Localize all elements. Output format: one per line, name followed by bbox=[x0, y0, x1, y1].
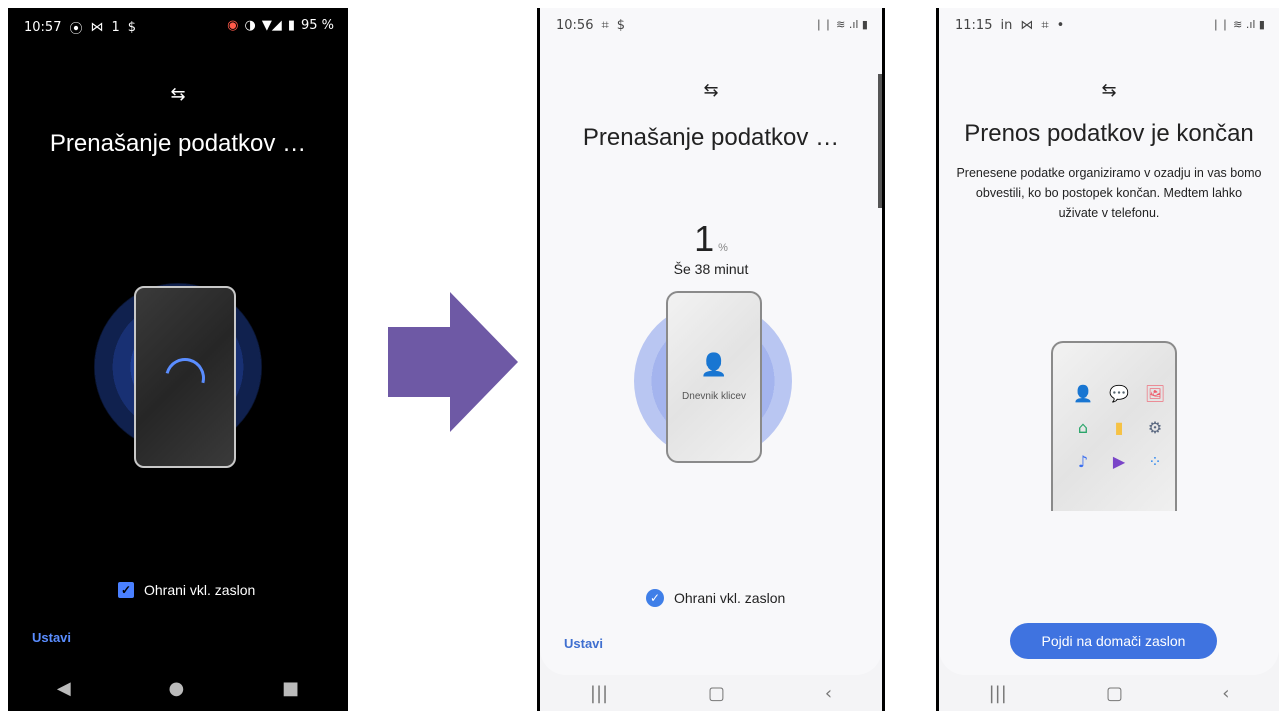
right-arrow-icon bbox=[388, 292, 518, 432]
navigation-bar: ◀ ● ■ bbox=[8, 666, 348, 711]
percent-unit: % bbox=[718, 242, 728, 254]
status-bar: 10:56 ⌗ $ ❘❘ ≋ .ıl ▮ bbox=[540, 8, 882, 38]
keep-screen-on-checkbox[interactable]: ✓ Ohrani vkl. zaslon bbox=[118, 582, 255, 598]
linkedin-icon: in bbox=[1000, 18, 1013, 33]
transfer-icon: ⇆ bbox=[170, 84, 186, 105]
recents-icon[interactable]: ||| bbox=[989, 683, 1007, 704]
battery-icon: ▮ bbox=[287, 18, 295, 33]
recents-icon[interactable]: ■ bbox=[282, 678, 299, 699]
status-icon: ⦿ bbox=[69, 22, 83, 37]
phone-screen-transfer-complete: 11:15 in ⋈ ⌗ • ❘❘ ≋ .ıl ▮ ⇆ Prenos podat… bbox=[936, 8, 1279, 711]
arrow-shape bbox=[388, 292, 518, 432]
status-icon: • bbox=[1056, 18, 1065, 33]
phone-illustration: 👤 Dnevnik klicev bbox=[666, 291, 762, 463]
transfer-item-label: Dnevnik klicev bbox=[682, 391, 746, 402]
transfer-icon: ⇆ bbox=[1101, 80, 1117, 101]
recents-icon[interactable]: ||| bbox=[590, 683, 608, 704]
status-icons: ❘❘ ≋ .ıl ▮ bbox=[1211, 18, 1265, 31]
gmail-icon: ⋈ bbox=[1020, 18, 1034, 33]
page-title: Prenos podatkov je končan bbox=[964, 120, 1254, 147]
home-app-icon: ⌂ bbox=[1077, 417, 1089, 437]
status-icon: ⋈ bbox=[90, 20, 104, 35]
app-icon-grid: 👤 💬 🖼 ⌂ ▮ ⚙ ♪ ▶ ⁘ bbox=[1073, 383, 1181, 471]
status-time: 11:15 bbox=[955, 18, 993, 33]
percent-value: 1 bbox=[694, 218, 715, 259]
status-icon: ⌗ bbox=[1041, 18, 1049, 33]
time-remaining: Še 38 minut bbox=[673, 261, 749, 277]
status-time: 10:57 bbox=[24, 20, 62, 35]
phone-illustration: 👤 💬 🖼 ⌂ ▮ ⚙ ♪ ▶ ⁘ bbox=[1051, 341, 1177, 511]
stop-button[interactable]: Ustavi bbox=[564, 636, 603, 651]
keep-screen-on-label: Ohrani vkl. zaslon bbox=[144, 582, 256, 598]
status-time: 10:56 bbox=[556, 18, 594, 33]
navigation-bar: ||| ▢ ‹ bbox=[939, 675, 1279, 711]
home-icon[interactable]: ▢ bbox=[708, 683, 725, 704]
contacts-app-icon: 👤 bbox=[1073, 383, 1093, 403]
completion-description: Prenesene podatke organiziramo v ozadju … bbox=[956, 166, 1262, 220]
checkbox-checked-icon[interactable]: ✓ bbox=[118, 582, 134, 598]
status-icon: ⌗ bbox=[601, 18, 609, 33]
stop-button[interactable]: Ustavi bbox=[32, 630, 71, 645]
music-app-icon: ♪ bbox=[1077, 451, 1089, 471]
messages-app-icon: 💬 bbox=[1109, 383, 1129, 403]
status-icon: $ bbox=[616, 18, 626, 33]
navigation-bar: ||| ▢ ‹ bbox=[540, 675, 882, 711]
apps-app-icon: ⁘ bbox=[1148, 451, 1162, 471]
go-to-home-screen-button[interactable]: Pojdi na domači zaslon bbox=[1010, 623, 1217, 659]
phone-screen-transferring-light: 10:56 ⌗ $ ❘❘ ≋ .ıl ▮ ⇆ Prenašanje podatk… bbox=[537, 8, 885, 711]
status-icons: ❘❘ ≋ .ıl ▮ bbox=[814, 18, 868, 31]
gallery-app-icon: 🖼 bbox=[1144, 383, 1166, 403]
back-icon[interactable]: ◀ bbox=[57, 678, 71, 699]
transfer-icon: ⇆ bbox=[703, 80, 719, 101]
keep-screen-on-label: Ohrani vkl. zaslon bbox=[674, 590, 786, 606]
status-bar: 11:15 in ⋈ ⌗ • ❘❘ ≋ .ıl ▮ bbox=[939, 8, 1279, 38]
status-icon: ◑ bbox=[244, 18, 256, 33]
page-title: Prenašanje podatkov … bbox=[582, 124, 840, 151]
home-icon[interactable]: ▢ bbox=[1106, 683, 1123, 704]
status-icon: 1 bbox=[111, 20, 120, 35]
signal-icon: ▼◢ bbox=[261, 18, 282, 33]
checkbox-checked-icon[interactable]: ✓ bbox=[646, 589, 664, 607]
status-bar: 10:57 ⦿ ⋈ 1 $ ◉ ◑ ▼◢ ▮ 95 % bbox=[8, 8, 348, 38]
keep-screen-on-checkbox[interactable]: ✓ Ohrani vkl. zaslon bbox=[646, 589, 785, 607]
settings-app-icon: ⚙ bbox=[1147, 417, 1163, 437]
phone-screen-transferring-dark: 10:57 ⦿ ⋈ 1 $ ◉ ◑ ▼◢ ▮ 95 % ⇆ Prenašanje… bbox=[8, 8, 348, 711]
documents-app-icon: ▮ bbox=[1114, 417, 1124, 437]
back-icon[interactable]: ‹ bbox=[825, 683, 832, 704]
progress-percent: 1% bbox=[540, 218, 882, 260]
battery-percent: 95 % bbox=[300, 18, 334, 33]
contact-icon: 👤 bbox=[700, 353, 728, 378]
back-icon[interactable]: ‹ bbox=[1222, 683, 1229, 704]
video-app-icon: ▶ bbox=[1112, 451, 1126, 471]
scrollbar[interactable] bbox=[878, 74, 882, 208]
status-icon: ◉ bbox=[227, 18, 239, 33]
home-icon[interactable]: ● bbox=[169, 678, 185, 699]
page-title: Prenašanje podatkov … bbox=[49, 130, 307, 157]
status-icon: $ bbox=[127, 20, 137, 35]
